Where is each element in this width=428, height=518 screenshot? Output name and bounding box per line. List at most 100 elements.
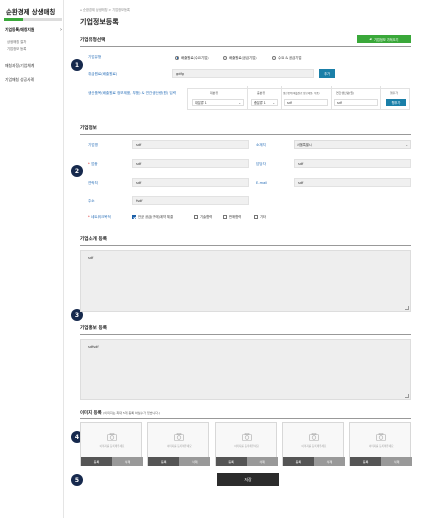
camera-icon <box>174 433 185 441</box>
checkbox-icon <box>223 214 227 219</box>
image-slot-text: 이미지를 등록해주세요 <box>368 445 394 448</box>
main-content: ⌂ 순환경제 상생매칭 > 기업정보등록 기업정보등록 기업유형선택 ▰ 기업정… <box>80 0 416 518</box>
sidebar-item-success-cases[interactable]: 기업매칭 성공사례 <box>5 77 34 83</box>
col-product: 생산품목(배출원료 정보제품, 부품) <box>283 92 320 95</box>
image-delete-button[interactable]: 삭제 <box>313 457 345 466</box>
image-delete-button[interactable]: 삭제 <box>246 457 278 466</box>
breadcrumb-text: 순환경제 상생매칭 > 기업정보등록 <box>83 8 130 12</box>
image-register-button[interactable]: 등록 <box>81 457 112 466</box>
location-select[interactable]: 서울특별시 ⌄ <box>294 140 411 149</box>
checkbox-icon <box>254 214 258 219</box>
radio-both[interactable]: 수요 & 공급기업 <box>272 55 302 60</box>
column-divider <box>281 86 282 110</box>
page-title: 기업정보등록 <box>80 18 119 26</box>
sidebar-subitem-procedure[interactable]: 상생매칭 절차 <box>7 39 26 44</box>
chevron-down-icon: ⌄ <box>272 100 275 105</box>
section-title-type: 기업유형선택 <box>80 38 106 43</box>
image-register-button[interactable]: 등록 <box>148 457 180 466</box>
radio-selected-icon <box>175 55 179 60</box>
chevron-down-icon: ⌄ <box>405 142 408 147</box>
product-info-label: 생산품목(배출원료 정보제품, 부품) & 연간생산량(원) 입력 <box>88 91 177 95</box>
promo-textarea[interactable]: sdfsdf <box>80 339 411 400</box>
radio-icon <box>223 55 227 60</box>
radio-icon <box>272 55 276 60</box>
section-divider <box>80 418 411 419</box>
image-slot[interactable]: 이미지를 등록해주세요 등록 삭제 <box>147 422 211 466</box>
camera-icon <box>376 433 386 441</box>
image-slot[interactable]: 이미지를 등록해주세요 등록 삭제 <box>281 422 345 466</box>
image-delete-button[interactable]: 삭제 <box>179 457 211 466</box>
minor-category-select[interactable]: 중분류 1 ⌄ <box>251 99 278 106</box>
home-icon[interactable]: ⌂ <box>80 8 82 12</box>
section-divider <box>80 245 411 246</box>
image-register-button[interactable]: 등록 <box>350 457 382 466</box>
radio-supply[interactable]: 배출원료(공급기업) <box>223 55 257 60</box>
checkbox-tech-cooperation[interactable]: 기술협력 <box>194 214 212 219</box>
company-name-input[interactable]: sdf <box>132 140 249 149</box>
breadcrumb: ⌂ 순환경제 상생매칭 > 기업정보등록 <box>80 7 130 12</box>
col-add-row: 행추가 <box>390 91 398 95</box>
checkbox-supply-contract[interactable]: 안균 공급(구매)계약 체결 <box>132 214 173 219</box>
intro-textarea[interactable]: sdf <box>80 250 411 312</box>
image-slot[interactable]: 이미지를 등록해주세요 등록 삭제 <box>349 422 413 466</box>
major-category-select[interactable]: 대분류 1 ⌄ <box>192 99 244 106</box>
column-divider <box>331 86 332 110</box>
checkbox-checked-icon <box>132 214 136 219</box>
section-divider <box>80 334 411 335</box>
checkbox-other[interactable]: 기타 <box>254 214 266 219</box>
chevron-right-icon: › <box>60 27 62 33</box>
add-row-button[interactable]: 행추가 <box>386 99 406 106</box>
industry-input[interactable]: sdf <box>132 159 249 168</box>
section-title-company: 기업정보 <box>80 126 97 131</box>
checkbox-icon <box>194 214 198 219</box>
material-label: 취급원료(배출원료) <box>88 72 118 76</box>
sidebar-title: 순환경제 상생매칭 <box>6 8 56 16</box>
resize-handle-icon[interactable] <box>405 394 409 398</box>
image-slot-text: 이미지를 등록해주세요 <box>234 445 259 448</box>
image-slot-text: 이미지를 등록해주세요 <box>99 445 125 448</box>
material-input[interactable]: gdfg <box>172 69 314 78</box>
image-register-button[interactable]: 등록 <box>282 457 314 466</box>
save-button[interactable]: 저장 <box>217 473 279 486</box>
resize-handle-icon[interactable] <box>405 306 409 310</box>
column-divider <box>247 86 248 110</box>
company-name-label: 기업명 <box>88 143 98 147</box>
add-material-button[interactable]: 추가 <box>319 69 335 78</box>
sidebar-subitem-registration[interactable]: 기업정보 등록 <box>7 46 26 51</box>
section-title-images: 이미지 등록 (이미지는 최대 5개 등록 하실수가 있습니다.) <box>80 411 161 416</box>
image-register-button[interactable]: 등록 <box>215 457 247 466</box>
image-delete-button[interactable]: 삭제 <box>381 457 413 466</box>
sidebar-title-bar <box>4 18 62 21</box>
section-title-intro: 기업소개 등록 <box>80 237 107 242</box>
image-slot-text: 이미지를 등록해주세요 <box>166 445 192 448</box>
chevron-down-icon: ⌄ <box>238 100 241 105</box>
image-slot-text: 이미지를 등록해주세요 <box>301 445 327 448</box>
industry-label: * 업종 <box>88 162 98 166</box>
section-title-promo: 기업홍보 등록 <box>80 326 107 331</box>
image-slot[interactable]: 이미지를 등록해주세요 등록 삭제 <box>214 422 278 466</box>
sidebar-item-company-registration[interactable]: 기업등록/매칭지원 <box>5 27 34 33</box>
checkbox-sales-cooperation[interactable]: 판매협력 <box>223 214 241 219</box>
col-major-category: 대분류 <box>210 91 218 95</box>
import-company-info-button[interactable]: ▰ 기업정보 가져오기 <box>357 35 411 43</box>
address-input[interactable]: fsdf <box>132 196 249 205</box>
company-type-label: 기업유형 <box>88 55 102 59</box>
sidebar-item-matching-process[interactable]: 매칭과정/기업체계 <box>5 63 34 69</box>
radio-demand[interactable]: 배출원료(수요기업) <box>175 55 209 60</box>
section-divider <box>80 134 411 135</box>
sidebar: 순환경제 상생매칭 기업등록/매칭지원 › 상생매칭 절차 기업정보 등록 매칭… <box>0 0 64 518</box>
manager-input[interactable]: sdf <box>294 159 411 168</box>
product-input[interactable]: sdf <box>284 99 328 106</box>
annual-amount-input[interactable]: sdf <box>334 99 378 106</box>
column-divider <box>380 86 381 110</box>
image-delete-button[interactable]: 삭제 <box>112 457 143 466</box>
camera-icon <box>309 433 319 441</box>
email-input[interactable]: sdf <box>294 178 411 187</box>
col-minor-category: 중분류 <box>257 91 265 95</box>
section-divider <box>80 46 411 47</box>
folder-icon: ▰ <box>369 37 372 41</box>
camera-icon <box>241 433 252 441</box>
contact-input[interactable]: sdf <box>132 178 249 187</box>
col-annual-amount: 연간생산량(원) <box>336 91 355 95</box>
image-slot[interactable]: 이미지를 등록해주세요 등록 삭제 <box>80 422 143 466</box>
